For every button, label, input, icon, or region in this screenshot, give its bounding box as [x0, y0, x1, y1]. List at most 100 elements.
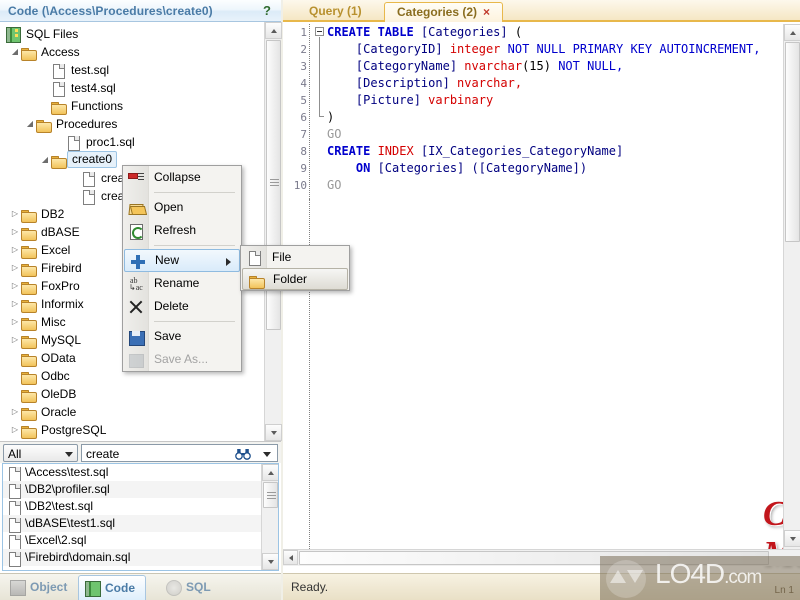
close-icon[interactable]: × [483, 5, 490, 19]
menu-item-label: Collapse [154, 170, 201, 184]
code-token: GO [327, 127, 342, 141]
result-label: \dBASE\test1.sql [25, 516, 116, 530]
menu-item-collapse[interactable]: Collapse [123, 166, 241, 189]
file-icon [51, 63, 66, 79]
result-row[interactable]: \DB2\profiler.sql [3, 481, 278, 499]
tree-item[interactable]: test4.sql [0, 79, 260, 97]
menu-item-refresh[interactable]: Refresh [123, 219, 241, 242]
tree-item[interactable]: ▷ PostgreSQL [0, 421, 260, 439]
editor-vertical-scrollbar[interactable] [783, 24, 800, 549]
tree-item[interactable]: OleDB [0, 385, 260, 403]
folder-icon [21, 297, 37, 313]
code-token: nvarchar [464, 59, 523, 73]
watermark-text: LO4D.com [655, 558, 762, 590]
tree-item[interactable]: test.sql [0, 61, 260, 79]
folder-icon [21, 207, 37, 223]
editor-scroll-left-button[interactable] [283, 550, 298, 565]
editor-tab[interactable]: Categories (2) × [384, 2, 504, 22]
search-input[interactable]: create [81, 444, 278, 462]
menu-item-open[interactable]: Open [123, 196, 241, 219]
menu-item-label: New [155, 253, 180, 267]
code-token: NOT NULL PRIMARY KEY AUTOINCREMENT, [507, 42, 761, 56]
code-folding-column[interactable] [313, 24, 327, 224]
view-tab-label: Code [105, 581, 135, 595]
menu-item-save[interactable]: Save [123, 325, 241, 348]
lo4d-logo-icon [606, 560, 646, 598]
submenu-item-folder[interactable]: Folder [242, 268, 348, 290]
folder-icon [21, 261, 37, 277]
result-row[interactable]: \Excel\2.sql [3, 532, 278, 550]
search-options-chevron-icon[interactable] [263, 452, 271, 457]
search-results-list[interactable]: \Access\test.sql \DB2\profiler.sql \DB2\te… [2, 463, 279, 571]
expander-collapsed-icon[interactable]: ▷ [10, 223, 20, 241]
menu-separator [154, 321, 235, 322]
view-tab-object[interactable]: Object [4, 575, 77, 600]
expander-collapsed-icon[interactable]: ▷ [10, 403, 20, 421]
search-bar: All create [0, 441, 281, 463]
results-scroll-up-button[interactable] [262, 464, 278, 481]
binoculars-icon[interactable] [235, 448, 251, 460]
scroll-down-button[interactable] [265, 424, 282, 441]
editor-scroll-down-button[interactable] [784, 530, 800, 547]
result-row[interactable]: \DB2\test.sql [3, 498, 278, 516]
tree-vertical-scrollbar[interactable] [264, 22, 282, 441]
tree-item[interactable]: ◢ Procedures [0, 115, 260, 133]
result-label: \DB2\test.sql [25, 499, 94, 513]
code-token: integer [449, 42, 508, 56]
help-button[interactable]: ? [263, 3, 271, 18]
file-icon [7, 517, 22, 533]
expander-collapsed-icon[interactable]: ▷ [10, 277, 20, 295]
expander-collapsed-icon[interactable]: ▷ [10, 313, 20, 331]
object-tree-icon [10, 580, 26, 596]
editor-scroll-up-button[interactable] [784, 24, 800, 41]
tree-item-label: crea [101, 189, 125, 203]
editor-tab[interactable]: Query (1) [297, 2, 374, 22]
filter-dropdown[interactable]: All [3, 444, 78, 462]
result-row[interactable]: \Access\test.sql [3, 464, 278, 482]
submenu-item-label: Folder [273, 272, 308, 286]
tree-item[interactable]: ◢ Access [0, 43, 260, 61]
expander-collapsed-icon[interactable]: ▷ [10, 205, 20, 223]
chevron-up-icon [790, 31, 796, 35]
expander-expanded-icon[interactable]: ◢ [10, 43, 20, 61]
context-menu[interactable]: Collapse Open Refresh New ab ↳ac Rename Delete S… [122, 165, 242, 372]
editor-scrollbar-thumb[interactable] [785, 42, 800, 242]
expander-expanded-icon[interactable]: ◢ [40, 151, 50, 169]
tree-item[interactable]: Functions [0, 97, 260, 115]
code-content[interactable]: CREATE TABLE [Categories] ( [CategoryID]… [327, 24, 767, 194]
view-tab-sql[interactable]: SQL [160, 575, 221, 600]
tree-item-label: test4.sql [71, 81, 116, 95]
results-scroll-down-button[interactable] [262, 553, 278, 570]
tree-item-label: PostgreSQL [41, 423, 107, 437]
watermark-site: LO4D [655, 558, 725, 589]
results-scrollbar-thumb[interactable] [263, 482, 278, 508]
expander-collapsed-icon[interactable]: ▷ [10, 259, 20, 277]
tree-item-label: Procedures [56, 117, 118, 131]
menu-item-delete[interactable]: Delete [123, 295, 241, 318]
code-token: CREATE [327, 25, 378, 39]
expander-collapsed-icon[interactable]: ▷ [10, 421, 20, 439]
tree-item[interactable]: SQL Files [0, 25, 260, 43]
panel-title: Code (\Access\Procedures\create0) [8, 4, 213, 18]
scroll-up-button[interactable] [265, 22, 282, 39]
expander-collapsed-icon[interactable]: ▷ [10, 331, 20, 349]
expander-collapsed-icon[interactable]: ▷ [10, 241, 20, 259]
code-line: CREATE TABLE [Categories] ( [327, 24, 767, 41]
menu-item-rename[interactable]: ab ↳ac Rename [123, 272, 241, 295]
code-token: NOT NULL, [558, 59, 624, 73]
tree-item-label: crea [101, 171, 125, 185]
file-icon [7, 483, 22, 499]
code-token: ( [507, 25, 523, 39]
view-tab-code[interactable]: Code [78, 575, 146, 600]
result-row[interactable]: \dBASE\test1.sql [3, 515, 278, 533]
result-row[interactable]: \Firebird\domain.sql [3, 549, 278, 567]
menu-item-new[interactable]: New [124, 249, 240, 272]
tree-item[interactable]: ▷ Oracle [0, 403, 260, 421]
fold-collapse-icon[interactable] [315, 27, 324, 36]
new-submenu[interactable]: File Folder [240, 245, 350, 291]
expander-collapsed-icon[interactable]: ▷ [10, 295, 20, 313]
tree-item[interactable]: proc1.sql [0, 133, 260, 151]
results-vertical-scrollbar[interactable] [261, 464, 278, 570]
submenu-item-file[interactable]: File [241, 246, 349, 268]
expander-expanded-icon[interactable]: ◢ [25, 115, 35, 133]
